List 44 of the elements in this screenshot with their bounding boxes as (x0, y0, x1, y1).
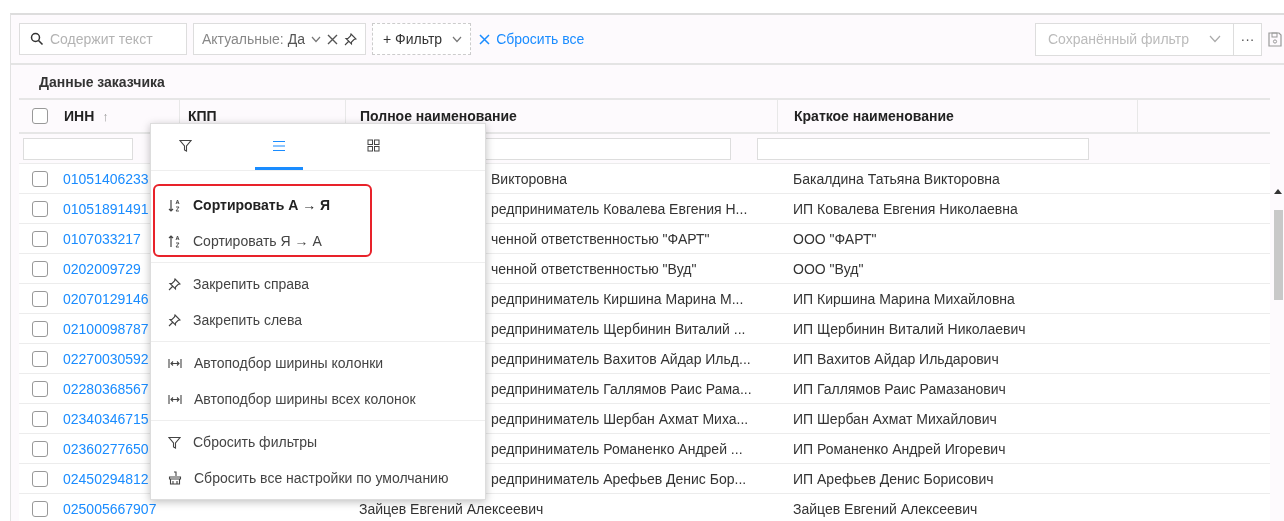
table-cell: Зайцев Евгений Алексеевич (359, 500, 544, 517)
table-cell: редприниматель Щербинин Виталий ... (491, 320, 746, 337)
table-cell: ИП Галлямов Раис Рамазанович (793, 380, 1006, 397)
table-cell: ИП Вахитов Айдар Ильдарович (793, 350, 999, 367)
table-cell: редприниматель Ковалева Евгения Н... (491, 200, 748, 217)
table-cell: ченной ответственностью "Вуд" (491, 260, 697, 277)
table-cell: редприниматель Вахитов Айдар Ильд... (491, 350, 751, 367)
search-field[interactable]: Содержит текст (48, 30, 180, 48)
table-cell: редприниматель Галлямов Раис Рама... (491, 380, 752, 397)
table-cell: ИП Романенко Андрей Игоревич (793, 440, 1006, 457)
column-header[interactable]: КПП (188, 108, 217, 124)
table-cell: ИП Арефьев Денис Борисович (793, 470, 994, 487)
table-cell: ИП Ковалева Евгения Николаевна (793, 200, 1018, 217)
table-cell: ИП Щербинин Виталий Николаевич (793, 320, 1026, 337)
column-header[interactable]: ИНН (64, 108, 95, 124)
table-cell: Зайцев Евгений Алексеевич (793, 500, 978, 517)
table-cell: редприниматель Арефьев Денис Бор... (491, 470, 747, 487)
table-cell: редприниматель Киршина Марина М... (491, 290, 744, 307)
filter-value: Да (287, 31, 306, 47)
add-filter-button[interactable]: + Фильтр (372, 23, 472, 55)
filter-chip[interactable]: Актуальные: Да (193, 23, 367, 55)
menu-item[interactable]: Автоподбор ширины колонки (151, 345, 485, 381)
menu-item[interactable]: Сортировать Я → А (151, 223, 485, 259)
table-cell: Бакалдина Татьяна Викторовна (793, 170, 1000, 187)
menu-item[interactable]: Закрепить справа (151, 266, 485, 302)
table-cell: ченной ответственностью "ФАРТ" (491, 230, 710, 247)
menu-item[interactable]: Сортировать А → Я (151, 187, 485, 223)
menu-item[interactable]: Закрепить слева (151, 302, 485, 338)
column-header[interactable]: Краткое наименование (794, 108, 954, 124)
menu-item[interactable]: Сбросить фильтры (151, 424, 485, 460)
column-header[interactable]: Полное наименование (360, 108, 517, 124)
search-box[interactable]: Содержит текст (19, 23, 187, 55)
table-cell: ИП Шербан Ахмат Михайлович (793, 410, 997, 427)
table-cell: Викторовна (491, 170, 567, 187)
table-cell: ООО "ФАРТ" (793, 230, 877, 247)
filter-label: Актуальные: (202, 31, 284, 47)
table-cell: редприниматель Шербан Ахмат Миха... (491, 410, 749, 427)
group-header: Данные заказчика (39, 73, 165, 90)
table-cell: ООО "Вуд" (793, 260, 864, 277)
menu-item[interactable]: Автоподбор ширины всех колонок (151, 381, 485, 417)
menu-item[interactable]: Сбросить все настройки по умолчанию (151, 460, 485, 496)
table-cell: редприниматель Романенко Андрей ... (491, 440, 743, 457)
table-cell: ИП Киршина Марина Михайловна (793, 290, 1015, 307)
more-button[interactable]: ··· (1234, 22, 1262, 56)
